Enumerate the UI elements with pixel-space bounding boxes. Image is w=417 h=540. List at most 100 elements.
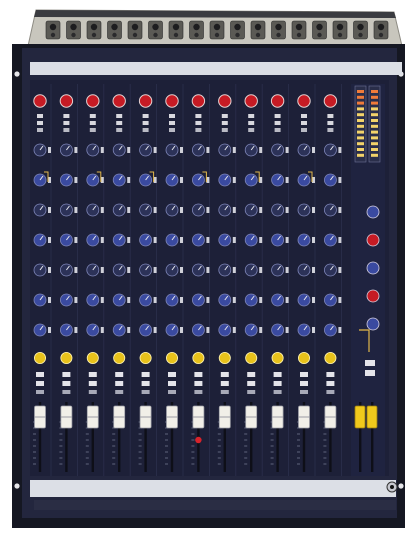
pan-knob[interactable] (245, 351, 258, 364)
group-button[interactable] (115, 390, 124, 394)
pan-knob[interactable] (113, 351, 126, 364)
phase-switch[interactable] (248, 121, 255, 125)
pan-knob[interactable] (165, 351, 178, 364)
mute-button[interactable] (194, 372, 203, 377)
group-button[interactable] (88, 390, 97, 394)
hpf-switch[interactable] (301, 128, 307, 132)
pad-switch[interactable] (301, 114, 307, 118)
gain-knob[interactable] (86, 94, 100, 108)
gain-knob[interactable] (244, 94, 258, 108)
master-knob[interactable] (366, 289, 380, 303)
mute-button[interactable] (273, 372, 282, 377)
solo-button[interactable] (220, 381, 229, 386)
gain-knob[interactable] (270, 94, 285, 108)
master-button[interactable] (365, 370, 375, 376)
solo-button[interactable] (36, 381, 44, 386)
phase-switch[interactable] (169, 121, 175, 125)
master-knob[interactable] (366, 317, 380, 331)
solo-button[interactable] (273, 381, 282, 386)
pan-knob[interactable] (192, 351, 205, 364)
group-button[interactable] (62, 390, 71, 394)
pad-switch[interactable] (327, 114, 334, 118)
phase-switch[interactable] (63, 121, 70, 125)
phase-switch[interactable] (89, 121, 96, 125)
pan-knob[interactable] (60, 351, 73, 364)
solo-button[interactable] (326, 381, 335, 386)
hpf-switch[interactable] (195, 128, 202, 132)
group-button[interactable] (168, 390, 176, 394)
mute-button[interactable] (247, 372, 256, 377)
mute-button[interactable] (88, 372, 97, 377)
group-button[interactable] (141, 390, 150, 394)
hpf-switch[interactable] (274, 128, 281, 132)
group-button[interactable] (36, 390, 44, 394)
mute-button[interactable] (326, 372, 335, 377)
mute-button[interactable] (300, 372, 308, 377)
solo-button[interactable] (141, 381, 150, 386)
mute-button[interactable] (62, 372, 71, 377)
mute-button[interactable] (115, 372, 124, 377)
pan-knob[interactable] (297, 351, 310, 364)
group-button[interactable] (300, 390, 308, 394)
solo-button[interactable] (115, 381, 124, 386)
master-knob[interactable] (366, 233, 380, 247)
pad-switch[interactable] (169, 114, 175, 118)
pad-switch[interactable] (142, 114, 149, 118)
pad-switch[interactable] (195, 114, 202, 118)
gain-knob[interactable] (138, 94, 153, 108)
master-fader[interactable] (366, 405, 378, 429)
pad-switch[interactable] (274, 114, 281, 118)
group-button[interactable] (220, 390, 229, 394)
solo-button[interactable] (62, 381, 71, 386)
hpf-switch[interactable] (169, 128, 175, 132)
pan-knob[interactable] (218, 351, 231, 364)
pad-switch[interactable] (37, 114, 43, 118)
mute-button[interactable] (141, 372, 150, 377)
gain-knob[interactable] (218, 94, 232, 108)
hpf-switch[interactable] (142, 128, 149, 132)
mute-button[interactable] (168, 372, 176, 377)
gain-knob[interactable] (59, 94, 74, 108)
solo-button[interactable] (247, 381, 256, 386)
pan-knob[interactable] (86, 351, 99, 364)
gain-knob[interactable] (33, 94, 47, 108)
gain-knob[interactable] (323, 94, 338, 108)
mute-button[interactable] (36, 372, 44, 377)
phase-switch[interactable] (37, 121, 43, 125)
pan-knob[interactable] (271, 351, 284, 364)
pad-switch[interactable] (248, 114, 255, 118)
solo-button[interactable] (300, 381, 308, 386)
hpf-switch[interactable] (89, 128, 96, 132)
hpf-switch[interactable] (221, 128, 228, 132)
gain-knob[interactable] (191, 94, 206, 108)
phase-switch[interactable] (327, 121, 334, 125)
gain-knob[interactable] (112, 94, 126, 108)
group-button[interactable] (326, 390, 335, 394)
mute-button[interactable] (220, 372, 229, 377)
master-knob[interactable] (366, 205, 380, 219)
phase-switch[interactable] (274, 121, 281, 125)
master-button[interactable] (365, 360, 375, 366)
hpf-switch[interactable] (37, 128, 43, 132)
pad-switch[interactable] (63, 114, 70, 118)
hpf-switch[interactable] (248, 128, 255, 132)
group-button[interactable] (194, 390, 203, 394)
phase-switch[interactable] (142, 121, 149, 125)
solo-button[interactable] (194, 381, 203, 386)
phase-switch[interactable] (116, 121, 123, 125)
pan-knob[interactable] (139, 351, 152, 364)
pad-switch[interactable] (89, 114, 96, 118)
solo-button[interactable] (88, 381, 97, 386)
pan-knob[interactable] (34, 351, 47, 364)
group-button[interactable] (273, 390, 282, 394)
hpf-switch[interactable] (63, 128, 70, 132)
gain-knob[interactable] (165, 94, 179, 108)
master-knob[interactable] (366, 261, 380, 275)
phase-switch[interactable] (301, 121, 307, 125)
hpf-switch[interactable] (327, 128, 334, 132)
pan-knob[interactable] (324, 351, 337, 364)
phase-switch[interactable] (221, 121, 228, 125)
solo-button[interactable] (168, 381, 176, 386)
pad-switch[interactable] (116, 114, 123, 118)
master-fader[interactable] (354, 405, 366, 429)
